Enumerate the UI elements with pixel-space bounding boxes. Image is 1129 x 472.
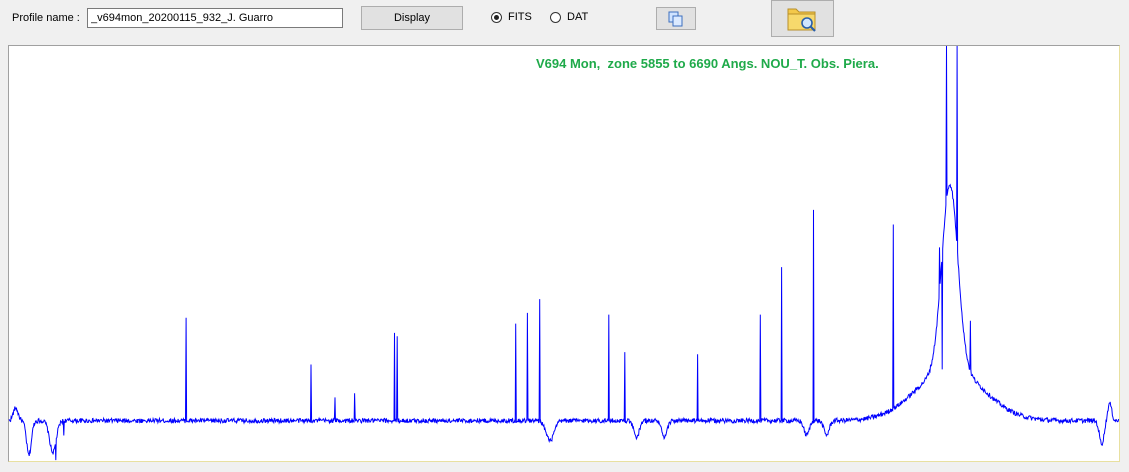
chart-title: V694 Mon, zone 5855 to 6690 Angs. NOU_T.… (536, 56, 879, 71)
spectrum-line (8, 45, 1120, 461)
